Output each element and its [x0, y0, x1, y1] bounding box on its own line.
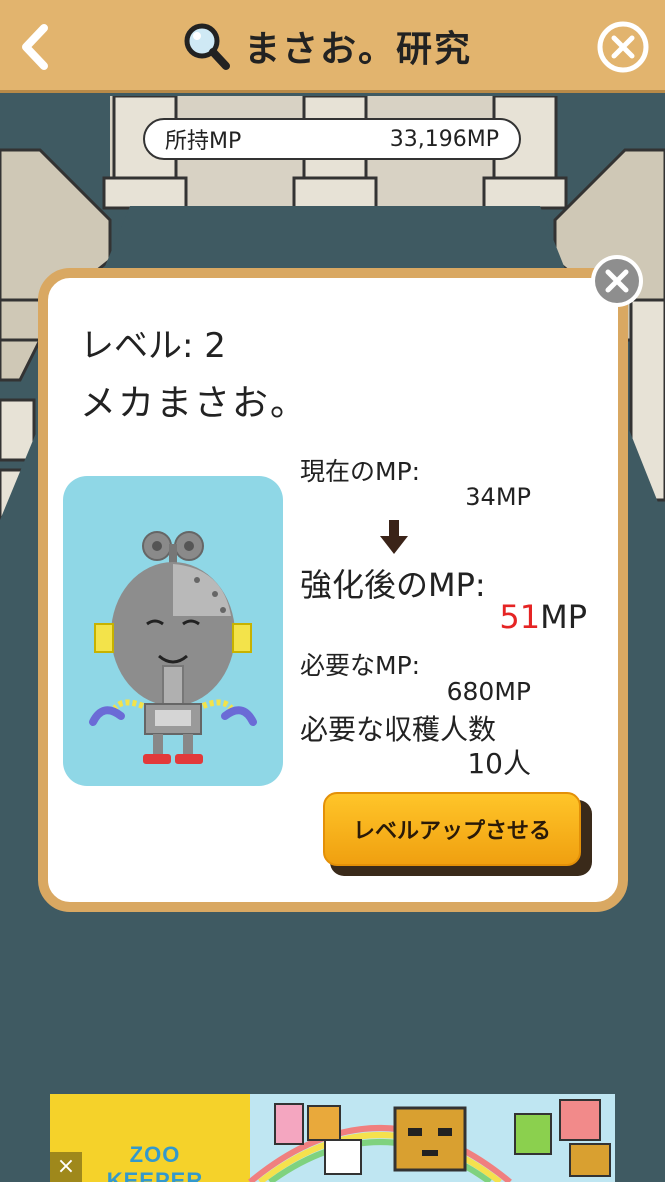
after-upgrade-mp-number: 51	[499, 598, 541, 636]
chevron-left-icon[interactable]	[14, 22, 58, 72]
ad-close-icon[interactable]: ×	[50, 1152, 82, 1182]
ad-banner[interactable]: ZOO KEEPER	[50, 1094, 615, 1182]
required-people-value: 10人	[467, 747, 531, 780]
levelup-button[interactable]: レベルアップさせる	[323, 792, 581, 866]
mp-holdings-value: 33,196MP	[389, 126, 499, 152]
character-name: メカまさお。	[80, 383, 309, 424]
after-upgrade-mp-value: 51MP	[499, 598, 587, 636]
mp-holdings-display: 所持MP 33,196MP	[143, 118, 521, 160]
header-bar: まさお。研究	[0, 0, 665, 93]
dialog-close-icon[interactable]	[590, 254, 644, 308]
magnifier-icon	[184, 23, 230, 70]
mecha-masao-illustration	[89, 531, 257, 764]
after-upgrade-mp-unit: MP	[540, 598, 587, 636]
required-mp-label: 必要なMP:	[300, 651, 421, 680]
ad-logo-text: ZOO KEEPER	[106, 1142, 204, 1182]
page-title: まさお。研究	[182, 20, 472, 72]
close-circle-icon[interactable]	[596, 20, 650, 74]
required-mp-value: 680MP	[446, 677, 531, 706]
after-upgrade-mp-label: 強化後のMP:	[300, 566, 486, 604]
character-card	[63, 476, 283, 786]
page-title-text: まさお。研究	[244, 29, 473, 70]
level-text: レベル: 2	[80, 326, 226, 366]
current-mp-value: 34MP	[465, 483, 531, 511]
mp-holdings-label: 所持MP	[165, 129, 242, 154]
current-mp-label: 現在のMP:	[300, 457, 421, 486]
arrow-down-icon	[380, 520, 408, 554]
